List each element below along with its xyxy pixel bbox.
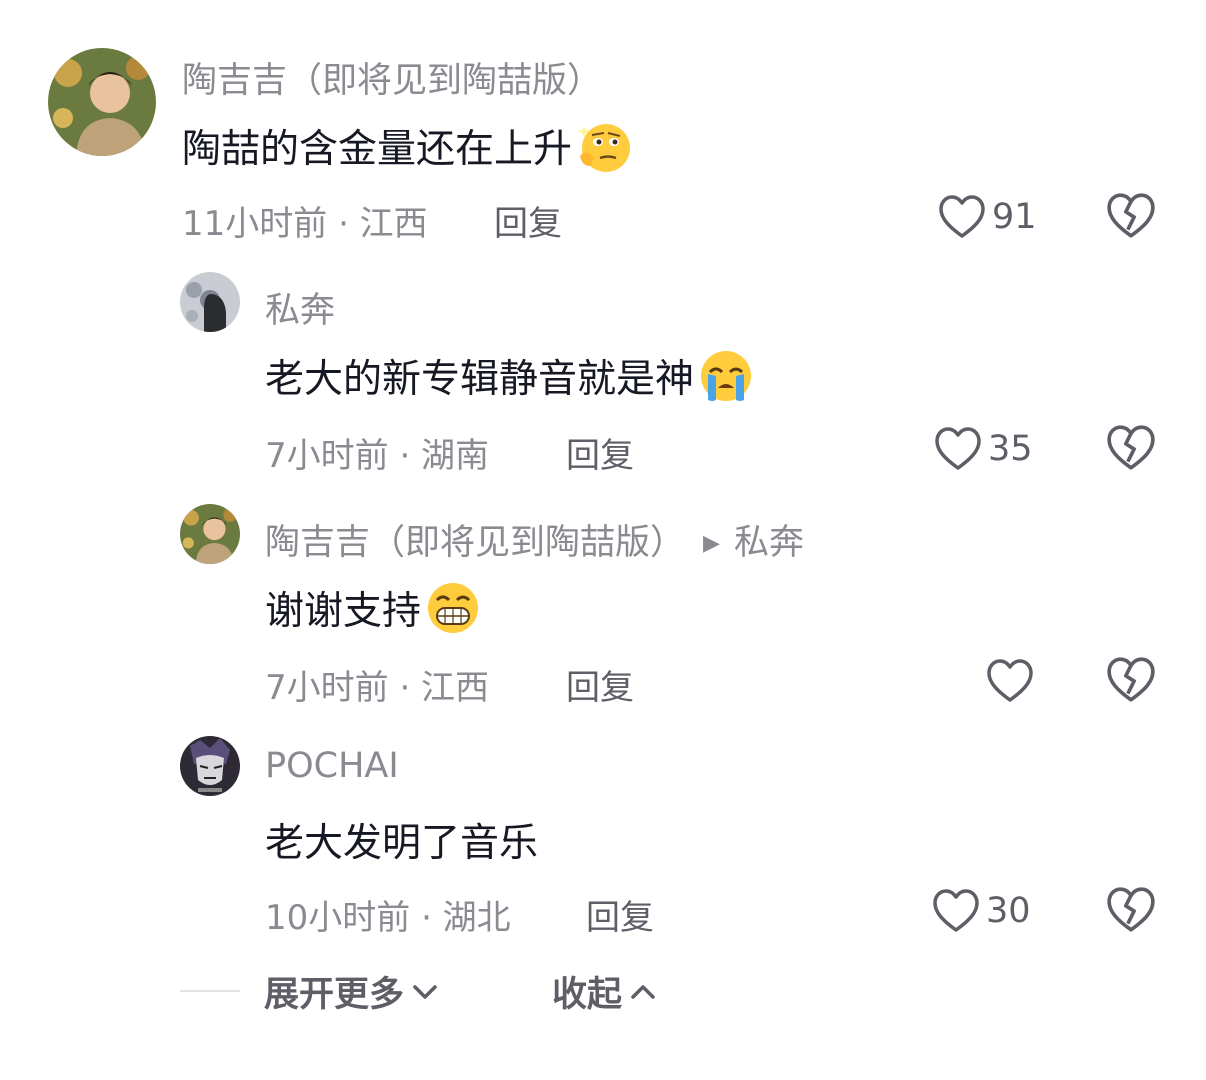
like-count: 91 (992, 197, 1037, 237)
thinking-face-emoji-icon (576, 118, 632, 174)
dislike-button[interactable] (1106, 192, 1156, 242)
loudly-crying-face-emoji-icon (698, 348, 754, 404)
reply-button[interactable]: 回复 (494, 196, 562, 245)
heart-icon (933, 889, 979, 932)
heart-icon (935, 427, 981, 470)
comment-author[interactable]: 陶吉吉（即将见到陶喆版） (265, 523, 685, 563)
reply-button[interactable]: 回复 (586, 890, 654, 939)
comment-text: 陶喆的含金量还在上升 (182, 118, 632, 174)
avatar[interactable] (180, 272, 240, 332)
comment-text-content: 老大发明了音乐 (265, 821, 539, 866)
comment-time-location: 11小时前 · 江西 (182, 204, 428, 244)
broken-heart-icon (1107, 425, 1155, 470)
heart-icon (939, 195, 985, 238)
like-button[interactable] (986, 656, 1040, 706)
comment-text: 老大发明了音乐 (265, 812, 538, 868)
comment-author[interactable]: POCHAI (265, 746, 399, 786)
grinning-squinting-face-emoji-icon (425, 580, 481, 636)
reply-button[interactable]: 回复 (566, 428, 634, 477)
like-count: 35 (988, 429, 1033, 469)
expand-more-button[interactable]: 展开更多 (264, 966, 438, 1017)
like-button[interactable]: 91 (938, 192, 1037, 242)
heart-icon (987, 659, 1033, 702)
expand-more-label: 展开更多 (264, 975, 405, 1015)
collapse-button[interactable]: 收起 (552, 966, 656, 1017)
collapse-label: 收起 (552, 975, 623, 1015)
avatar[interactable] (48, 48, 156, 156)
avatar[interactable] (180, 736, 240, 796)
like-button[interactable]: 30 (932, 886, 1031, 936)
reply-arrow-icon: ▶ (703, 531, 720, 556)
like-button[interactable]: 35 (934, 424, 1033, 474)
comment-text-content: 老大的新专辑静音就是神 (265, 357, 695, 402)
dislike-button[interactable] (1106, 656, 1156, 706)
like-count: 30 (986, 891, 1031, 931)
comment-author[interactable]: 陶吉吉（即将见到陶喆版） (182, 52, 602, 103)
reply-to-author[interactable]: 私奔 (734, 523, 804, 563)
dislike-button[interactable] (1106, 886, 1156, 936)
comment-text: 老大的新专辑静音就是神 (265, 348, 754, 404)
broken-heart-icon (1107, 887, 1155, 932)
chevron-up-icon (631, 984, 655, 999)
comment-text-content: 谢谢支持 (265, 589, 422, 634)
comment-time-location: 7小时前 · 江西 (265, 668, 490, 708)
divider (180, 990, 240, 992)
reply-button[interactable]: 回复 (566, 660, 634, 709)
avatar[interactable] (180, 504, 240, 564)
comment-time-location: 7小时前 · 湖南 (265, 436, 490, 476)
comment-time-location: 10小时前 · 湖北 (265, 898, 511, 938)
comment-text-content: 陶喆的含金量还在上升 (182, 127, 573, 172)
chevron-down-icon (413, 984, 437, 999)
comment-author[interactable]: 私奔 (265, 282, 335, 333)
comment-author-line: 陶吉吉（即将见到陶喆版） ▶ 私奔 (265, 514, 804, 565)
dislike-button[interactable] (1106, 424, 1156, 474)
comment-text: 谢谢支持 (265, 580, 481, 636)
broken-heart-icon (1107, 657, 1155, 702)
broken-heart-icon (1107, 193, 1155, 238)
